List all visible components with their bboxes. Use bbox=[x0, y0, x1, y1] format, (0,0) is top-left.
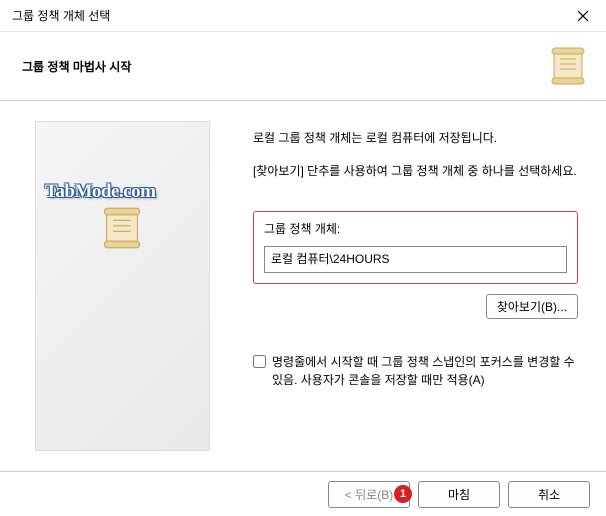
gpo-object-field[interactable]: 로컬 컴퓨터\24HOURS bbox=[264, 246, 567, 273]
gpo-label: 그룹 정책 개체: bbox=[264, 220, 567, 239]
wizard-title: 그룹 정책 마법사 시작 bbox=[22, 58, 131, 75]
scroll-icon bbox=[100, 206, 144, 253]
focus-change-label[interactable]: 명령줄에서 시작할 때 그룹 정책 스냅인의 포커스를 변경할 수 있음. 사용… bbox=[272, 353, 578, 389]
finish-button[interactable]: 마침 bbox=[418, 481, 500, 508]
description-2: [찾아보기] 단추를 사용하여 그룹 정책 개체 중 하나를 선택하세요. bbox=[253, 162, 578, 181]
close-button[interactable] bbox=[560, 0, 606, 32]
description-1: 로컬 그룹 정책 개체는 로컬 컴퓨터에 저장됩니다. bbox=[253, 129, 578, 148]
focus-change-checkbox[interactable] bbox=[253, 355, 266, 368]
browse-button[interactable]: 찾아보기(B)... bbox=[486, 294, 578, 319]
close-icon bbox=[578, 11, 588, 21]
wizard-left-panel: TabMode.com bbox=[0, 101, 225, 471]
watermark-text: TabMode.com bbox=[45, 181, 155, 203]
window-title: 그룹 정책 개체 선택 bbox=[12, 7, 110, 24]
cancel-button[interactable]: 취소 bbox=[508, 481, 590, 508]
gpo-highlight-box: 그룹 정책 개체: 로컬 컴퓨터\24HOURS bbox=[253, 211, 578, 283]
annotation-badge-1: 1 bbox=[394, 485, 412, 503]
scroll-icon bbox=[548, 46, 588, 86]
